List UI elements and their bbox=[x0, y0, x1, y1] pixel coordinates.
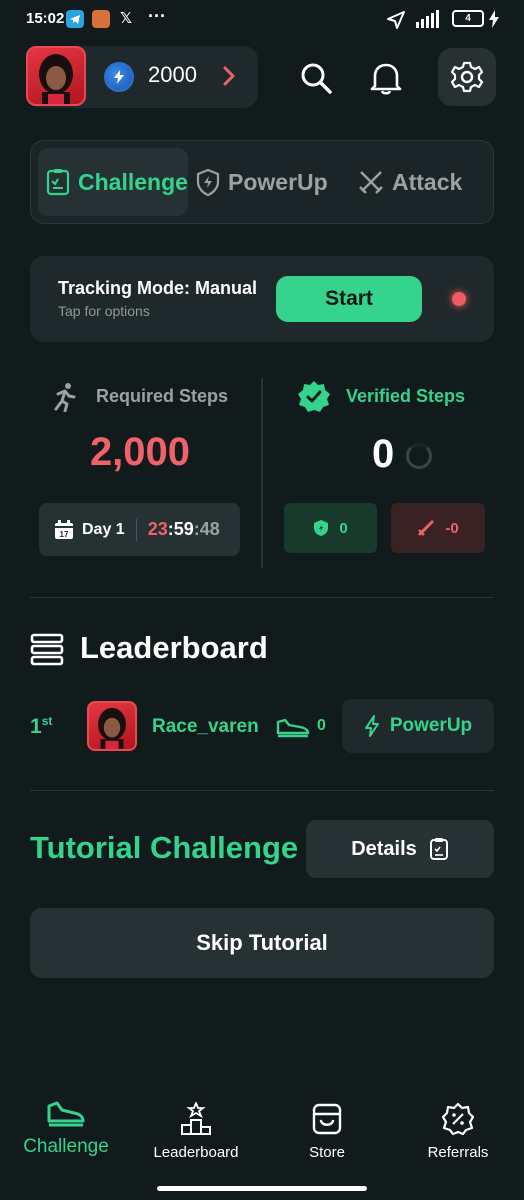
steps-divider bbox=[261, 378, 263, 568]
tracking-mode-subtitle: Tap for options bbox=[58, 303, 150, 319]
recording-status-dot bbox=[452, 292, 466, 306]
shoe-icon bbox=[47, 1101, 85, 1127]
chevron-right-icon[interactable] bbox=[220, 64, 238, 93]
powerup-button-label: PowerUp bbox=[389, 715, 473, 736]
start-button[interactable]: Start bbox=[276, 276, 422, 322]
shield-counter[interactable]: 0 bbox=[284, 503, 377, 553]
required-steps-label: Required Steps bbox=[96, 386, 229, 406]
day-separator bbox=[135, 518, 137, 541]
leaderboard-username[interactable]: Race_varen bbox=[152, 716, 259, 738]
signal-icon bbox=[414, 10, 446, 33]
shield-count: 0 bbox=[339, 519, 348, 537]
home-indicator[interactable] bbox=[157, 1186, 367, 1191]
app-notification-icon bbox=[92, 10, 110, 28]
nav-store-label: Store bbox=[309, 1144, 345, 1161]
coin-balance: 2000 bbox=[148, 62, 197, 87]
status-bar: 15:02 𝕏 ··· 4 bbox=[0, 0, 524, 38]
attack-counter[interactable]: -0 bbox=[391, 503, 485, 553]
settings-button[interactable] bbox=[438, 48, 496, 106]
tutorial-title: Tutorial Challenge bbox=[30, 830, 299, 865]
attack-count: -0 bbox=[445, 519, 459, 537]
calendar-icon: 17 bbox=[55, 519, 73, 539]
nav-challenge-label: Challenge bbox=[23, 1136, 109, 1157]
day-label: Day 1 bbox=[82, 520, 125, 538]
countdown-timer: 23:59:48 bbox=[147, 519, 220, 539]
clipboard-icon bbox=[46, 169, 70, 196]
tab-attack[interactable]: Attack bbox=[358, 166, 462, 198]
verified-steps-value: 0 bbox=[372, 432, 395, 476]
avatar[interactable] bbox=[26, 46, 86, 106]
shoe-icon bbox=[276, 716, 310, 743]
running-person-icon bbox=[50, 382, 80, 417]
nav-leaderboard[interactable]: Leaderboard bbox=[131, 1102, 261, 1161]
tab-challenge[interactable]: Challenge bbox=[46, 166, 188, 198]
battery-level: 4 bbox=[465, 13, 471, 24]
status-time: 15:02 bbox=[26, 10, 65, 27]
sword-icon bbox=[418, 520, 434, 536]
notifications-button[interactable] bbox=[358, 50, 414, 106]
tracking-mode-title: Tracking Mode: Manual bbox=[58, 278, 258, 298]
loading-spinner-icon bbox=[406, 443, 432, 469]
x-icon: 𝕏 bbox=[120, 10, 133, 27]
verified-steps-label: Verified Steps bbox=[346, 386, 466, 406]
section-divider bbox=[30, 790, 494, 791]
calendar-day: 17 bbox=[60, 530, 69, 539]
section-divider bbox=[30, 597, 494, 598]
table-row-rank: 1st bbox=[30, 714, 53, 738]
required-steps-value: 2,000 bbox=[89, 430, 191, 474]
leaderboard-avatar[interactable] bbox=[87, 701, 137, 751]
tracking-mode-card[interactable] bbox=[30, 256, 494, 342]
tab-powerup[interactable]: PowerUp bbox=[196, 166, 328, 198]
shield-icon bbox=[314, 520, 329, 536]
shield-bolt-icon bbox=[196, 168, 220, 196]
tab-powerup-label: PowerUp bbox=[228, 168, 328, 195]
tab-attack-label: Attack bbox=[392, 168, 463, 195]
energy-coin-icon bbox=[104, 62, 134, 92]
details-button[interactable]: Details bbox=[306, 820, 494, 878]
bolt-icon bbox=[364, 715, 379, 737]
details-button-label: Details bbox=[351, 837, 417, 860]
nav-challenge[interactable]: Challenge bbox=[1, 1100, 131, 1158]
nav-referrals-label: Referrals bbox=[427, 1144, 489, 1161]
tab-challenge-label: Challenge bbox=[78, 168, 188, 195]
leaderboard-title: Leaderboard bbox=[80, 630, 268, 665]
location-icon bbox=[386, 10, 406, 35]
bell-icon bbox=[370, 63, 402, 95]
podium-icon bbox=[181, 1102, 211, 1135]
day-timer-box: 17 Day 1 23:59:48 bbox=[39, 503, 240, 556]
nav-referrals[interactable]: Referrals bbox=[393, 1102, 523, 1161]
battery-icon: 4 bbox=[452, 10, 484, 27]
more-notifications-icon: ··· bbox=[148, 6, 166, 26]
nav-leaderboard-label: Leaderboard bbox=[153, 1144, 239, 1161]
crossed-swords-icon bbox=[359, 171, 383, 194]
verified-badge-icon bbox=[297, 380, 331, 419]
skip-tutorial-button[interactable]: Skip Tutorial bbox=[30, 908, 494, 978]
search-icon bbox=[301, 63, 332, 94]
search-button[interactable] bbox=[288, 50, 344, 106]
powerup-button[interactable]: PowerUp bbox=[342, 699, 494, 753]
list-icon bbox=[30, 632, 64, 671]
leaderboard-steps: 0 bbox=[317, 717, 326, 734]
telegram-icon bbox=[66, 10, 84, 28]
gear-icon bbox=[450, 61, 484, 93]
nav-store[interactable]: Store bbox=[262, 1102, 392, 1161]
charging-icon bbox=[488, 10, 500, 33]
store-icon bbox=[312, 1103, 342, 1135]
clipboard-icon bbox=[429, 838, 448, 860]
referral-badge-icon bbox=[441, 1102, 475, 1136]
